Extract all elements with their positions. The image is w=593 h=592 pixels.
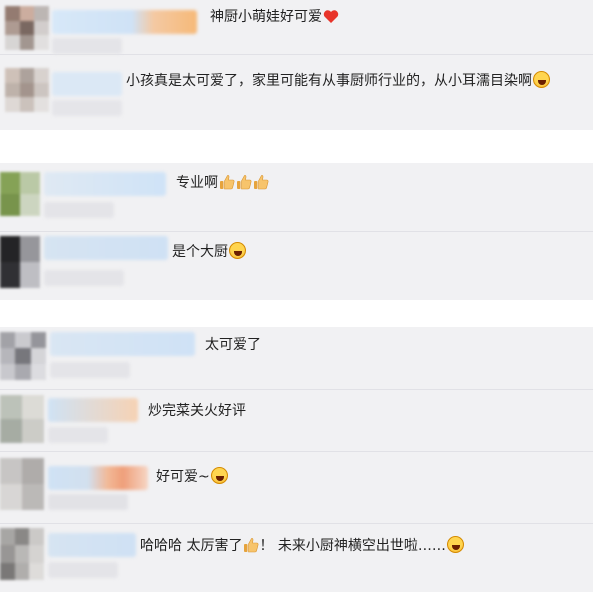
username-blurred[interactable] bbox=[52, 10, 197, 34]
laugh-icon bbox=[229, 242, 246, 259]
username-blurred[interactable] bbox=[48, 533, 136, 557]
username-blurred[interactable] bbox=[50, 332, 195, 356]
row-divider bbox=[0, 451, 593, 452]
separator-gap bbox=[0, 300, 593, 327]
comment-text: 小孩真是太可爱了，家里可能有从事厨师行业的，从小耳濡目染啊 bbox=[126, 71, 550, 91]
laugh-icon bbox=[210, 467, 228, 484]
row-divider bbox=[0, 54, 593, 55]
thumbs-up-icon bbox=[219, 174, 235, 190]
avatar[interactable] bbox=[0, 172, 40, 216]
timestamp-blurred bbox=[48, 562, 118, 578]
timestamp-blurred bbox=[44, 202, 114, 218]
avatar[interactable] bbox=[0, 395, 44, 443]
comment-text: 好可爱~ bbox=[156, 467, 228, 487]
separator-gap bbox=[0, 130, 593, 163]
comment-text: 是个大厨 bbox=[172, 242, 246, 262]
comment-text: 炒完菜关火好评 bbox=[148, 403, 246, 419]
username-blurred[interactable] bbox=[48, 398, 138, 422]
timestamp-blurred bbox=[50, 362, 130, 378]
heart-icon bbox=[323, 9, 339, 24]
laugh-icon bbox=[446, 536, 464, 553]
thumbs-up-icon bbox=[236, 174, 252, 190]
username-blurred[interactable] bbox=[44, 172, 166, 196]
username-blurred[interactable] bbox=[44, 236, 168, 260]
comment-text: 太可爱了 bbox=[205, 337, 261, 353]
username-blurred[interactable] bbox=[48, 466, 148, 490]
row-divider bbox=[0, 231, 593, 232]
avatar[interactable] bbox=[0, 528, 44, 580]
timestamp-blurred bbox=[52, 100, 122, 116]
row-divider bbox=[0, 523, 593, 524]
thumbs-up-icon bbox=[243, 537, 259, 553]
comment-text: 专业啊 bbox=[176, 173, 269, 193]
timestamp-blurred bbox=[48, 427, 108, 443]
timestamp-blurred bbox=[44, 270, 124, 286]
timestamp-blurred bbox=[48, 494, 128, 510]
comment-text: 哈哈哈 太厉害了！ 未来小厨神横空出世啦…… bbox=[140, 536, 464, 556]
username-blurred[interactable] bbox=[52, 72, 122, 96]
thumbs-up-icon bbox=[253, 174, 269, 190]
avatar[interactable] bbox=[0, 458, 44, 510]
avatar[interactable] bbox=[5, 6, 49, 50]
comment-text: 神厨小萌娃好可爱 bbox=[210, 7, 339, 27]
timestamp-blurred bbox=[52, 38, 122, 54]
avatar[interactable] bbox=[5, 68, 49, 112]
avatar[interactable] bbox=[0, 236, 40, 288]
avatar[interactable] bbox=[0, 332, 46, 380]
row-divider bbox=[0, 389, 593, 390]
laugh-icon bbox=[533, 71, 550, 88]
